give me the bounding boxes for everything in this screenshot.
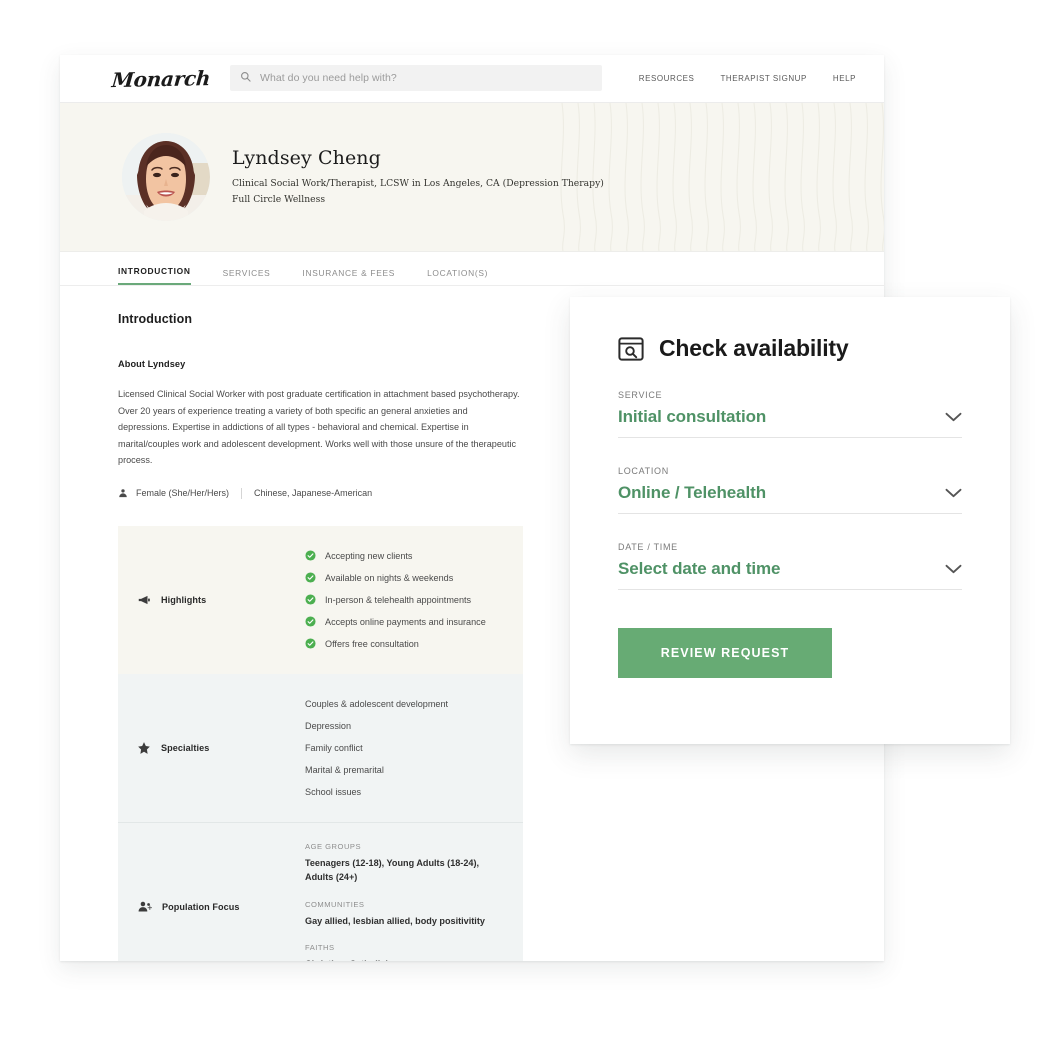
check-availability-card: Check availability SERVICE Initial consu… (570, 297, 1010, 744)
nav-links: RESOURCES THERAPIST SIGNUP HELP (639, 55, 856, 102)
population-focus-label: Population Focus (118, 823, 305, 961)
availability-header: Check availability (618, 335, 962, 362)
highlights-title: Highlights (161, 594, 207, 605)
service-field: SERVICE Initial consultation (618, 390, 962, 438)
person-icon (118, 488, 128, 498)
list-item-label: Accepts online payments and insurance (325, 616, 486, 627)
location-field: LOCATION Online / Telehealth (618, 466, 962, 514)
check-circle-icon (305, 550, 316, 561)
list-item: Marital & premarital (305, 764, 384, 775)
people-icon (137, 899, 152, 914)
list-item: Family conflict (305, 742, 363, 753)
monarch-logo[interactable]: Monarch (111, 66, 221, 92)
meta-gender: Female (She/Her/Hers) (136, 488, 230, 499)
tab-locations[interactable]: LOCATION(S) (427, 268, 488, 285)
list-item: Couples & adolescent development (305, 698, 449, 709)
check-circle-icon (305, 572, 316, 583)
profile-practice: Full Circle Wellness (232, 193, 326, 205)
review-request-button[interactable]: REVIEW REQUEST (618, 628, 832, 678)
date-time-selected-value: Select date and time (618, 559, 781, 578)
list-item: Depression (305, 720, 351, 731)
list-item-label: In-person & telehealth appointments (325, 594, 472, 605)
search-input[interactable]: What do you need help with? (230, 65, 602, 91)
population-focus-title: Population Focus (162, 901, 240, 912)
highlights-items: Accepting new clients Available on night… (305, 526, 523, 674)
check-circle-icon (305, 616, 316, 627)
group-key: COMMUNITIES (305, 899, 365, 909)
specialties-block: Specialties Couples & adolescent develop… (118, 673, 523, 822)
tab-services[interactable]: SERVICES (223, 268, 271, 285)
list-item-label: Available on nights & weekends (325, 572, 454, 583)
specialties-items: Couples & adolescent development Depress… (305, 674, 523, 822)
avatar-photo (122, 133, 210, 221)
date-time-field-label: DATE / TIME (618, 542, 678, 552)
list-item: Accepts online payments and insurance (305, 611, 523, 633)
top-navigation-bar: Monarch What do you need help with? RESO… (60, 55, 884, 103)
list-item-label: Offers free consultation (325, 638, 419, 649)
population-focus-group: COMMUNITIES Gay allied, lesbian allied, … (305, 900, 523, 929)
tab-introduction[interactable]: INTRODUCTION (118, 266, 191, 285)
search-icon (240, 69, 251, 87)
nav-link-therapist-signup[interactable]: THERAPIST SIGNUP (720, 74, 806, 83)
specialties-label: Specialties (118, 674, 305, 822)
location-select[interactable]: Online / Telehealth (618, 483, 962, 514)
list-item: Offers free consultation (305, 633, 523, 655)
group-key: AGE GROUPS (305, 841, 362, 851)
service-field-label: SERVICE (618, 390, 663, 400)
group-key: FAITHS (305, 943, 335, 953)
location-selected-value: Online / Telehealth (618, 483, 766, 502)
chevron-down-icon (945, 564, 962, 574)
avatar (122, 133, 210, 221)
profile-tabs: INTRODUCTION SERVICES INSURANCE & FEES L… (60, 252, 884, 286)
list-item: In-person & telehealth appointments (305, 589, 523, 611)
screenshot-stage: Monarch What do you need help with? RESO… (0, 0, 1040, 1040)
population-focus-groups: AGE GROUPS Teenagers (12-18), Young Adul… (305, 823, 523, 961)
population-focus-block: Population Focus AGE GROUPS Teenagers (1… (118, 821, 523, 961)
check-circle-icon (305, 638, 316, 649)
specialties-title: Specialties (161, 742, 210, 753)
highlights-label: Highlights (118, 526, 305, 674)
service-selected-value: Initial consultation (618, 407, 767, 426)
list-item: Accepting new clients (305, 545, 523, 567)
service-select[interactable]: Initial consultation (618, 407, 962, 438)
nav-link-resources[interactable]: RESOURCES (639, 74, 695, 83)
availability-title: Check availability (659, 335, 849, 361)
info-blocks: Highlights Accepting new clients Availab… (118, 525, 523, 961)
search-placeholder-text: What do you need help with? (260, 72, 397, 84)
list-item: Available on nights & weekends (305, 567, 523, 589)
nav-link-help[interactable]: HELP (833, 74, 856, 83)
group-value: Gay allied, lesbian allied, body positiv… (305, 915, 485, 926)
meta-divider (241, 487, 243, 499)
group-value: Teenagers (12-18), Young Adults (18-24),… (305, 857, 480, 883)
profile-credentials: Clinical Social Work/Therapist, LCSW in … (232, 178, 604, 190)
megaphone-icon (137, 593, 151, 607)
page-title: Lyndsey Cheng (232, 147, 381, 170)
group-value: Christian, Catholicism (305, 957, 500, 961)
tab-insurance-and-fees[interactable]: INSURANCE & FEES (302, 268, 395, 285)
chevron-down-icon (945, 412, 962, 422)
window-search-icon (618, 336, 644, 362)
meta-ethnicity: Chinese, Japanese-American (254, 488, 373, 499)
list-item-label: Accepting new clients (325, 550, 413, 561)
profile-hero: Lyndsey Cheng Clinical Social Work/Thera… (60, 103, 884, 252)
population-focus-group: FAITHS Christian, Catholicism (305, 943, 523, 961)
population-focus-group: AGE GROUPS Teenagers (12-18), Young Adul… (305, 842, 523, 885)
date-time-select[interactable]: Select date and time (618, 559, 962, 590)
list-item: School issues (305, 786, 362, 797)
star-icon (137, 741, 151, 755)
about-body-text: Licensed Clinical Social Worker with pos… (118, 389, 520, 466)
chevron-down-icon (945, 488, 962, 498)
date-time-field: DATE / TIME Select date and time (618, 542, 962, 590)
location-field-label: LOCATION (618, 466, 669, 476)
check-circle-icon (305, 594, 316, 605)
highlights-block: Highlights Accepting new clients Availab… (118, 525, 523, 674)
